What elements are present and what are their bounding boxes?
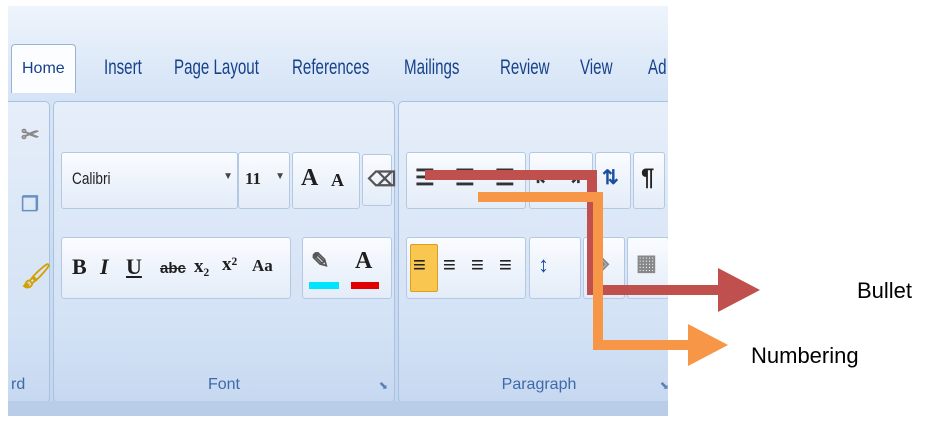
numbering-arrow-line bbox=[478, 192, 690, 350]
numbering-annotation-label: Numbering bbox=[751, 343, 859, 368]
bullet-arrowhead bbox=[718, 268, 760, 312]
bullet-annotation-label: Bullet bbox=[857, 278, 913, 303]
numbering-arrowhead bbox=[688, 324, 728, 366]
